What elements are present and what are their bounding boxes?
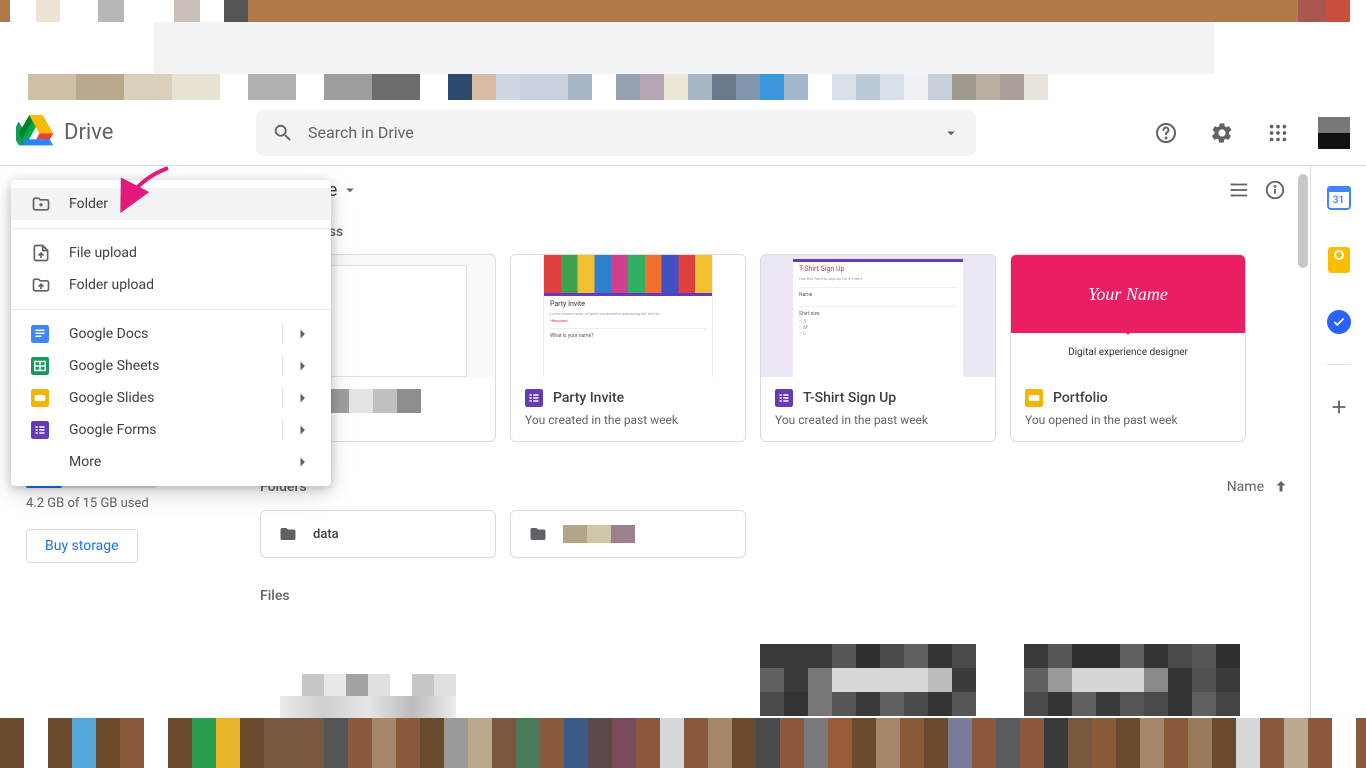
chevron-right-icon bbox=[293, 325, 311, 343]
bottom-mosaic bbox=[0, 718, 1366, 768]
docs-icon bbox=[31, 325, 49, 343]
quick-access-card[interactable]: Party Invite Lorem ipsum dolor sit amet … bbox=[510, 254, 746, 442]
menu-label: Google Forms bbox=[69, 422, 157, 438]
quick-access-label: Quick access bbox=[260, 224, 1290, 240]
card-thumbnail: Your Name Digital experience designer bbox=[1011, 255, 1245, 377]
card-title: T-Shirt Sign Up bbox=[803, 390, 896, 406]
menu-label: File upload bbox=[69, 245, 137, 261]
chevron-right-icon bbox=[293, 357, 311, 375]
chevron-down-icon bbox=[341, 181, 359, 199]
settings-button[interactable] bbox=[1202, 113, 1242, 153]
card-subtitle: You opened in the past week bbox=[1025, 413, 1231, 427]
forms-icon bbox=[31, 421, 49, 439]
slides-icon bbox=[1025, 389, 1043, 407]
sheets-icon bbox=[31, 357, 49, 375]
new-folder-icon bbox=[31, 194, 51, 214]
search-options-icon[interactable] bbox=[942, 124, 960, 142]
chevron-right-icon bbox=[293, 421, 311, 439]
menu-google-sheets[interactable]: Google Sheets bbox=[11, 350, 331, 382]
menu-label: Google Docs bbox=[69, 326, 148, 342]
drive-logo[interactable]: Drive bbox=[16, 115, 256, 151]
calendar-app[interactable]: 31 bbox=[1319, 178, 1359, 218]
file-thumb-mosaic-b bbox=[760, 644, 1240, 718]
storage-info: 4.2 GB of 15 GB used Buy storage bbox=[26, 484, 206, 563]
folder-icon bbox=[527, 525, 549, 543]
forms-icon bbox=[525, 389, 543, 407]
card-title: Party Invite bbox=[553, 390, 624, 406]
menu-google-slides[interactable]: Google Slides bbox=[11, 382, 331, 414]
info-icon[interactable] bbox=[1264, 179, 1286, 201]
side-panel: 31 bbox=[1310, 166, 1366, 718]
file-upload-icon bbox=[31, 243, 51, 263]
main-content: My Drive Quick access bbox=[240, 166, 1310, 718]
folder-upload-icon bbox=[31, 275, 51, 295]
menu-folder-upload[interactable]: Folder upload bbox=[11, 269, 331, 301]
quick-access-card[interactable]: T-Shirt Sign Up Use this form to sign up… bbox=[760, 254, 996, 442]
forms-icon bbox=[775, 389, 793, 407]
account-avatar[interactable] bbox=[1318, 117, 1350, 149]
help-icon bbox=[1154, 121, 1178, 145]
sort-label: Name bbox=[1227, 479, 1264, 495]
quick-access-row: Party Invite Lorem ipsum dolor sit amet … bbox=[260, 254, 1290, 442]
card-thumbnail: Party Invite Lorem ipsum dolor sit amet … bbox=[511, 255, 745, 377]
menu-google-forms[interactable]: Google Forms bbox=[11, 414, 331, 446]
chevron-right-icon bbox=[293, 389, 311, 407]
search-icon bbox=[272, 122, 294, 144]
folder-item[interactable] bbox=[510, 510, 746, 558]
menu-label: Google Sheets bbox=[69, 358, 159, 374]
drive-triangle-icon bbox=[16, 115, 56, 151]
menu-label: Folder bbox=[69, 196, 108, 212]
search-box[interactable] bbox=[256, 110, 976, 156]
apps-grid-icon bbox=[1267, 122, 1289, 144]
card-title: Portfolio bbox=[1053, 390, 1108, 406]
menu-label: Google Slides bbox=[69, 390, 154, 406]
browser-chrome-mosaic bbox=[0, 0, 1366, 100]
menu-more[interactable]: More bbox=[11, 446, 331, 478]
main-scrollbar[interactable] bbox=[1298, 174, 1308, 268]
list-view-icon[interactable] bbox=[1228, 179, 1250, 201]
chevron-right-icon bbox=[293, 453, 311, 471]
new-context-menu: Folder File upload Folder upload Google … bbox=[11, 180, 331, 486]
card-thumbnail: T-Shirt Sign Up Use this form to sign up… bbox=[761, 255, 995, 377]
app-name: Drive bbox=[64, 120, 113, 145]
keep-app[interactable] bbox=[1319, 240, 1359, 280]
menu-label: Folder upload bbox=[69, 277, 154, 293]
gear-icon bbox=[1210, 121, 1234, 145]
menu-google-docs[interactable]: Google Docs bbox=[11, 318, 331, 350]
buy-storage-button[interactable]: Buy storage bbox=[26, 529, 138, 563]
menu-file-upload[interactable]: File upload bbox=[11, 237, 331, 269]
file-thumb-mosaic-a bbox=[280, 648, 500, 718]
folder-name: data bbox=[313, 527, 339, 542]
card-subtitle: You created in the past week bbox=[525, 413, 731, 427]
apps-button[interactable] bbox=[1258, 113, 1298, 153]
menu-label: More bbox=[69, 454, 101, 470]
quick-access-card[interactable]: Your Name Digital experience designer Po… bbox=[1010, 254, 1246, 442]
toolbar: My Drive bbox=[260, 166, 1290, 214]
tasks-app[interactable] bbox=[1319, 302, 1359, 342]
arrow-up-icon bbox=[1272, 478, 1290, 496]
storage-text: 4.2 GB of 15 GB used bbox=[26, 496, 206, 511]
card-subtitle: You created in the past week bbox=[775, 413, 981, 427]
app-header: Drive bbox=[0, 100, 1366, 166]
plus-icon bbox=[1328, 396, 1350, 418]
menu-new-folder[interactable]: Folder bbox=[11, 188, 331, 220]
folder-icon bbox=[277, 525, 299, 543]
folder-item[interactable]: data bbox=[260, 510, 496, 558]
add-panel-app[interactable] bbox=[1319, 387, 1359, 427]
search-input[interactable] bbox=[308, 123, 960, 142]
sort-control[interactable]: Name bbox=[1227, 478, 1290, 496]
slides-icon bbox=[31, 389, 49, 407]
help-button[interactable] bbox=[1146, 113, 1186, 153]
